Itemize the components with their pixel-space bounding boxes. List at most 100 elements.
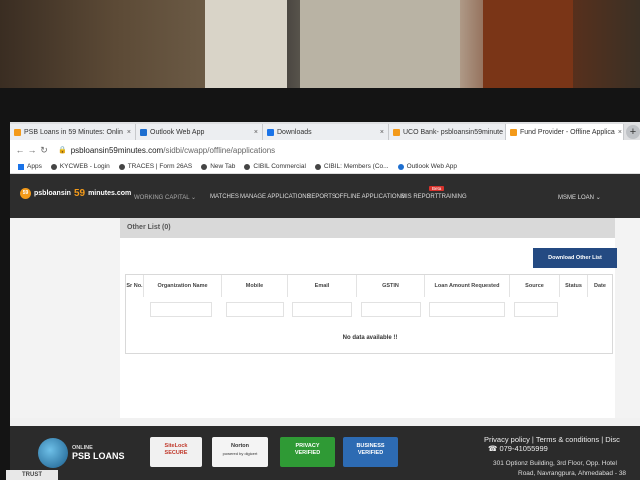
applications-table: Sr No. Organization Name Mobile Email GS… [125, 274, 613, 354]
other-list-panel: Other List (0) Download Other List Sr No… [120, 218, 617, 418]
chevron-down-icon: ⌄ [595, 195, 601, 201]
download-other-list-button[interactable]: Download Other List [533, 248, 617, 268]
new-tab-button[interactable]: + [626, 125, 640, 139]
url-field[interactable]: psbloansin59minutes.com/sidbi/cwapp/offl… [71, 146, 275, 155]
norton-badge[interactable]: Norton powered by digicert [212, 437, 268, 467]
menu-matches[interactable]: MATCHES [210, 194, 239, 200]
bookmark-apps[interactable]: Apps [18, 163, 42, 170]
phone-icon: ☎ [488, 444, 498, 453]
tab-close-icon[interactable]: × [127, 129, 131, 136]
tab-fund-provider[interactable]: Fund Provider - Offline Applica × [506, 124, 624, 140]
bookmark-traces[interactable]: TRACES | Form 26AS [118, 163, 192, 170]
badge-line2: VERIFIED [294, 450, 321, 456]
bookmark-outlook[interactable]: Outlook Web App [397, 163, 458, 170]
business-verified-badge[interactable]: BUSINESS VERIFIED [343, 437, 398, 467]
globe-icon [201, 163, 208, 170]
sitelock-badge[interactable]: SiteLock SECURE [150, 437, 202, 467]
logo-text-small: psbloansin [34, 190, 71, 197]
menu-offline-applications[interactable]: OFFLINE APPLICATIONS [335, 194, 405, 200]
lock-icon: 🔒 [58, 147, 67, 154]
tab-uco-bank[interactable]: UCO Bank- psbloansin59minute × [389, 124, 506, 140]
bookmarks-bar: Apps KYCWEB - Login TRACES | Form 26AS N… [10, 160, 640, 174]
address-bar: ← → ↻ 🔒 psbloansin59minutes.com/sidbi/cw… [10, 140, 640, 160]
filter-loan-amount-input[interactable] [429, 302, 505, 317]
column-header-organization-name[interactable]: Organization Name [144, 275, 222, 297]
forward-arrow-icon[interactable]: → [26, 145, 38, 155]
badge-line1: BUSINESS [356, 443, 385, 449]
column-header-date[interactable]: Date [588, 275, 612, 297]
globe-icon [50, 163, 57, 170]
badge-line2: SECURE [164, 450, 188, 456]
reload-icon[interactable]: ↻ [38, 145, 50, 156]
bookmark-cibil-members[interactable]: CIBIL: Members (Co... [314, 163, 389, 170]
beta-badge: Beta [429, 186, 445, 191]
psb-favicon-icon [14, 128, 21, 136]
menu-working-capital[interactable]: WORKING CAPITAL ⌄ [134, 194, 196, 201]
traces-icon [118, 163, 125, 170]
column-header-source[interactable]: Source [510, 275, 560, 297]
psb-favicon-icon [510, 128, 517, 136]
bookmark-label: CIBIL: Members (Co... [323, 163, 389, 170]
tab-title: Downloads [277, 128, 312, 136]
tab-title: PSB Loans in 59 Minutes: Onlin [24, 128, 123, 136]
filter-organization-input[interactable] [150, 302, 212, 317]
outlook-favicon-icon [140, 128, 147, 136]
site-header: 59 psbloansin 59 minutes.com WORKING CAP… [10, 174, 640, 218]
tab-title: Outlook Web App [150, 128, 205, 136]
filter-source-input[interactable] [514, 302, 558, 317]
background-wall [300, 0, 460, 95]
main-content: Other List (0) Download Other List Sr No… [10, 218, 640, 418]
menu-label: WORKING CAPITAL [134, 195, 190, 201]
footer-address-line2: Road, Navrangpura, Ahmedabad - 38 [518, 470, 627, 477]
column-header-email[interactable]: Email [288, 275, 357, 297]
column-header-status[interactable]: Status [560, 275, 588, 297]
site-logo[interactable]: 59 psbloansin 59 minutes.com [20, 188, 131, 199]
badge-line1: SiteLock [164, 443, 188, 449]
psb-favicon-icon [393, 128, 400, 136]
footer-address-line1: 301 Optionz Building, 3rd Floor, Opp. Ho… [493, 460, 617, 467]
tab-downloads[interactable]: Downloads × [263, 124, 389, 140]
menu-mis-report[interactable]: MIS REPORT [401, 194, 438, 200]
filter-mobile-input[interactable] [226, 302, 284, 317]
footer-logo[interactable]: ONLINE PSB LOANS [38, 438, 125, 468]
menu-msme-loan[interactable]: MSME LOAN ⌄ [558, 194, 601, 201]
bookmark-label: KYCWEB - Login [59, 163, 110, 170]
filter-gstin-input[interactable] [361, 302, 421, 317]
column-header-mobile[interactable]: Mobile [222, 275, 288, 297]
tab-bar: PSB Loans in 59 Minutes: Onlin × Outlook… [10, 122, 640, 140]
tab-psb-loans[interactable]: PSB Loans in 59 Minutes: Onlin × [10, 124, 136, 140]
tab-close-icon[interactable]: × [254, 129, 258, 136]
badge-line2: powered by digicert [222, 451, 258, 456]
badge-line1: PRIVACY [295, 443, 320, 449]
column-header-gstin[interactable]: GSTIN [357, 275, 425, 297]
bookmark-kycweb[interactable]: KYCWEB - Login [50, 163, 110, 170]
menu-label: MSME LOAN [558, 195, 595, 201]
tab-close-icon[interactable]: × [618, 129, 622, 136]
trust-badge: TRUST [6, 470, 58, 480]
bookmark-cibil-commercial[interactable]: CIBIL Commercial [244, 163, 306, 170]
footer-links[interactable]: Privacy policy | Terms & conditions | Di… [484, 435, 620, 444]
tab-outlook[interactable]: Outlook Web App × [136, 124, 263, 140]
globe-icon [38, 438, 68, 468]
menu-training[interactable]: TRAINING [438, 194, 467, 200]
footer-phone: ☎ 079-41055999 [488, 444, 548, 453]
filter-email-input[interactable] [292, 302, 352, 317]
footer-brand-bottom: PSB LOANS [72, 451, 125, 461]
menu-manage-applications[interactable]: MANAGE APPLICATIONS [240, 194, 311, 200]
background-door [205, 0, 287, 92]
bookmark-label: Outlook Web App [406, 163, 458, 170]
logo-text-rest: minutes.com [88, 190, 132, 197]
tab-close-icon[interactable]: × [380, 129, 384, 136]
privacy-verified-badge[interactable]: PRIVACY VERIFIED [280, 437, 335, 467]
site-footer: ONLINE PSB LOANS SiteLock SECURE Norton … [10, 426, 640, 480]
bookmark-label: CIBIL Commercial [253, 163, 306, 170]
bookmark-label: Apps [27, 163, 42, 170]
column-header-loan-amount[interactable]: Loan Amount Requested [425, 275, 510, 297]
tab-title: Fund Provider - Offline Applica [520, 128, 615, 136]
empty-table-message: No data available !! [342, 335, 398, 341]
menu-reports[interactable]: REPORTS [307, 194, 336, 200]
badge-line1: Norton [230, 443, 250, 449]
back-arrow-icon[interactable]: ← [14, 145, 26, 155]
bookmark-new-tab[interactable]: New Tab [201, 163, 235, 170]
column-header-sr-no[interactable]: Sr No. [126, 275, 144, 297]
